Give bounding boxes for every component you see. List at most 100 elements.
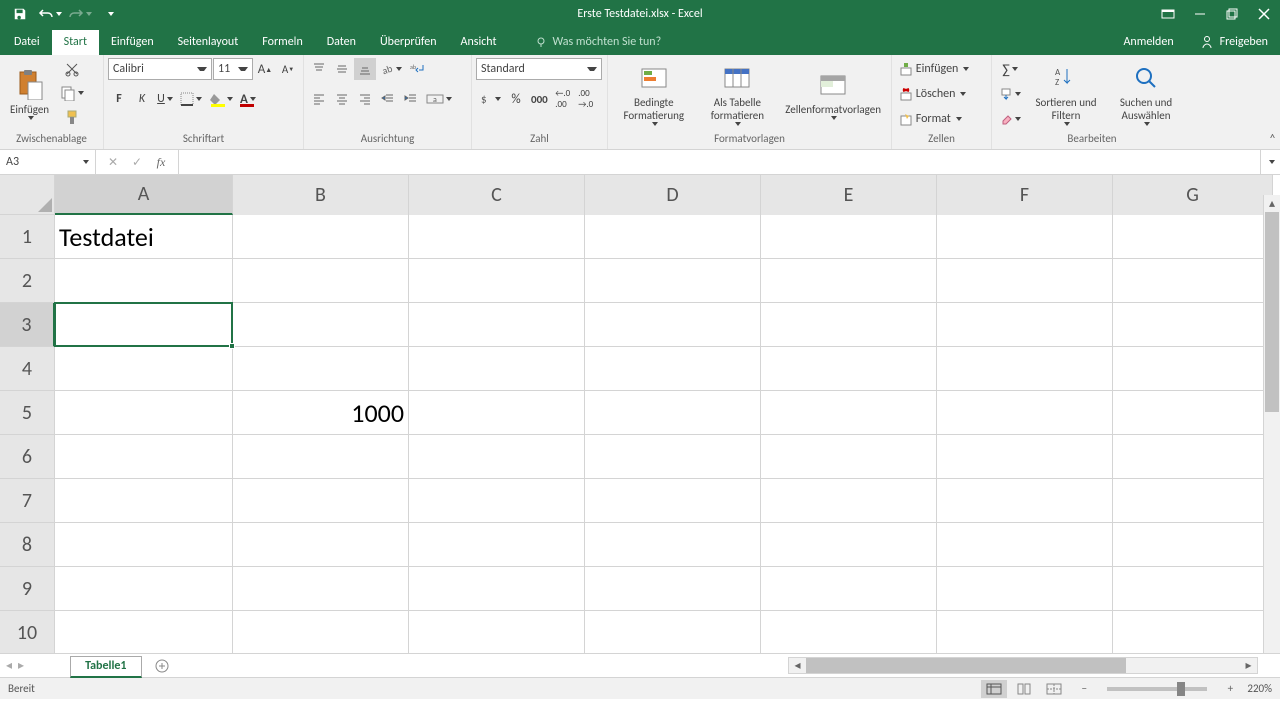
- delete-cells-button[interactable]: Löschen: [896, 83, 987, 105]
- cell-B9[interactable]: [233, 567, 409, 611]
- cell-B7[interactable]: [233, 479, 409, 523]
- merge-center-button[interactable]: a: [423, 88, 455, 110]
- copy-button[interactable]: [57, 82, 87, 104]
- normal-view-button[interactable]: [981, 680, 1007, 698]
- align-left-button[interactable]: [308, 88, 330, 110]
- autosum-button[interactable]: ∑: [996, 58, 1024, 80]
- cell-styles-button[interactable]: Zellenformatvorlagen: [779, 58, 887, 130]
- cell-F3[interactable]: [937, 303, 1113, 347]
- decrease-font-button[interactable]: A▼: [277, 58, 299, 80]
- close-button[interactable]: [1248, 0, 1280, 28]
- cell-C10[interactable]: [409, 611, 585, 653]
- cell-B10[interactable]: [233, 611, 409, 653]
- page-break-view-button[interactable]: [1041, 680, 1067, 698]
- tab-page-layout[interactable]: Seitenlayout: [166, 30, 251, 55]
- cell-D3[interactable]: [585, 303, 761, 347]
- cell-C7[interactable]: [409, 479, 585, 523]
- cut-button[interactable]: [57, 58, 87, 80]
- formula-bar[interactable]: [179, 150, 1260, 174]
- new-sheet-button[interactable]: [150, 655, 174, 677]
- format-painter-button[interactable]: [57, 106, 87, 128]
- align-middle-button[interactable]: [331, 58, 353, 80]
- comma-button[interactable]: 000: [528, 88, 551, 110]
- row-header-3[interactable]: 3: [0, 303, 55, 347]
- zoom-in-button[interactable]: +: [1217, 680, 1243, 698]
- sheet-tab-active[interactable]: Tabelle1: [70, 656, 141, 678]
- enter-formula-button[interactable]: ✓: [126, 152, 148, 172]
- row-header-10[interactable]: 10: [0, 611, 55, 653]
- zoom-level[interactable]: 220%: [1247, 682, 1272, 695]
- cell-E4[interactable]: [761, 347, 937, 391]
- cell-E7[interactable]: [761, 479, 937, 523]
- cell-D5[interactable]: [585, 391, 761, 435]
- maximize-button[interactable]: [1216, 0, 1248, 28]
- sheet-nav-next[interactable]: ▸: [18, 658, 24, 673]
- cell-C1[interactable]: [409, 215, 585, 259]
- cell-B5[interactable]: 1000: [233, 391, 409, 435]
- ribbon-display-options-button[interactable]: [1152, 0, 1184, 28]
- tab-start[interactable]: Start: [52, 30, 99, 55]
- paste-button[interactable]: Einfügen: [4, 58, 55, 130]
- cancel-formula-button[interactable]: ✕: [102, 152, 124, 172]
- cell-E1[interactable]: [761, 215, 937, 259]
- cell-E6[interactable]: [761, 435, 937, 479]
- cell-E5[interactable]: [761, 391, 937, 435]
- collapse-ribbon-button[interactable]: ˄: [1269, 132, 1276, 147]
- share-button[interactable]: Freigeben: [1188, 35, 1280, 49]
- tab-review[interactable]: Überprüfen: [368, 30, 449, 55]
- scroll-right-button[interactable]: ▸: [1240, 658, 1257, 673]
- insert-function-button[interactable]: fx: [150, 152, 172, 172]
- cell-G5[interactable]: [1113, 391, 1273, 435]
- cell-B3[interactable]: [233, 303, 409, 347]
- cell-G9[interactable]: [1113, 567, 1273, 611]
- cell-A1[interactable]: Testdatei: [55, 215, 233, 259]
- orientation-button[interactable]: ab: [377, 58, 405, 80]
- cell-D1[interactable]: [585, 215, 761, 259]
- cell-B2[interactable]: [233, 259, 409, 303]
- qat-customize-button[interactable]: [96, 2, 124, 26]
- wrap-text-button[interactable]: ab: [406, 58, 430, 80]
- column-header-F[interactable]: F: [937, 175, 1113, 215]
- clear-button[interactable]: [996, 108, 1024, 130]
- cell-F6[interactable]: [937, 435, 1113, 479]
- fill-color-button[interactable]: [206, 88, 236, 110]
- cell-B1[interactable]: [233, 215, 409, 259]
- minimize-button[interactable]: [1184, 0, 1216, 28]
- cell-A7[interactable]: [55, 479, 233, 523]
- tab-insert[interactable]: Einfügen: [99, 30, 166, 55]
- cell-A6[interactable]: [55, 435, 233, 479]
- cell-A3[interactable]: [55, 303, 233, 347]
- cell-G6[interactable]: [1113, 435, 1273, 479]
- increase-decimal-button[interactable]: ←.0.00: [552, 88, 574, 110]
- name-box[interactable]: A3: [0, 150, 96, 174]
- font-name-combo[interactable]: Calibri: [108, 58, 212, 80]
- cell-F4[interactable]: [937, 347, 1113, 391]
- cell-G7[interactable]: [1113, 479, 1273, 523]
- cell-B4[interactable]: [233, 347, 409, 391]
- row-header-6[interactable]: 6: [0, 435, 55, 479]
- cell-C4[interactable]: [409, 347, 585, 391]
- align-right-button[interactable]: [354, 88, 376, 110]
- sign-in-button[interactable]: Anmelden: [1109, 35, 1187, 49]
- zoom-slider[interactable]: [1107, 687, 1207, 691]
- cell-G3[interactable]: [1113, 303, 1273, 347]
- column-header-E[interactable]: E: [761, 175, 937, 215]
- scroll-up-button[interactable]: ▴: [1264, 195, 1280, 212]
- percent-button[interactable]: %: [505, 88, 527, 110]
- tab-data[interactable]: Daten: [315, 30, 368, 55]
- column-header-B[interactable]: B: [233, 175, 409, 215]
- cells-area[interactable]: Testdatei 1000: [55, 215, 1280, 653]
- row-header-1[interactable]: 1: [0, 215, 55, 259]
- redo-button[interactable]: [66, 2, 94, 26]
- cell-A9[interactable]: [55, 567, 233, 611]
- zoom-slider-thumb[interactable]: [1177, 682, 1185, 696]
- cell-G1[interactable]: [1113, 215, 1273, 259]
- conditional-formatting-button[interactable]: Bedingte Formatierung: [612, 58, 696, 130]
- tab-file[interactable]: Datei: [2, 30, 52, 55]
- increase-indent-button[interactable]: [400, 88, 422, 110]
- vertical-scrollbar[interactable]: ▴ ▾: [1263, 195, 1280, 672]
- italic-button[interactable]: K: [131, 88, 153, 110]
- undo-button[interactable]: [36, 2, 64, 26]
- cell-F7[interactable]: [937, 479, 1113, 523]
- cell-A5[interactable]: [55, 391, 233, 435]
